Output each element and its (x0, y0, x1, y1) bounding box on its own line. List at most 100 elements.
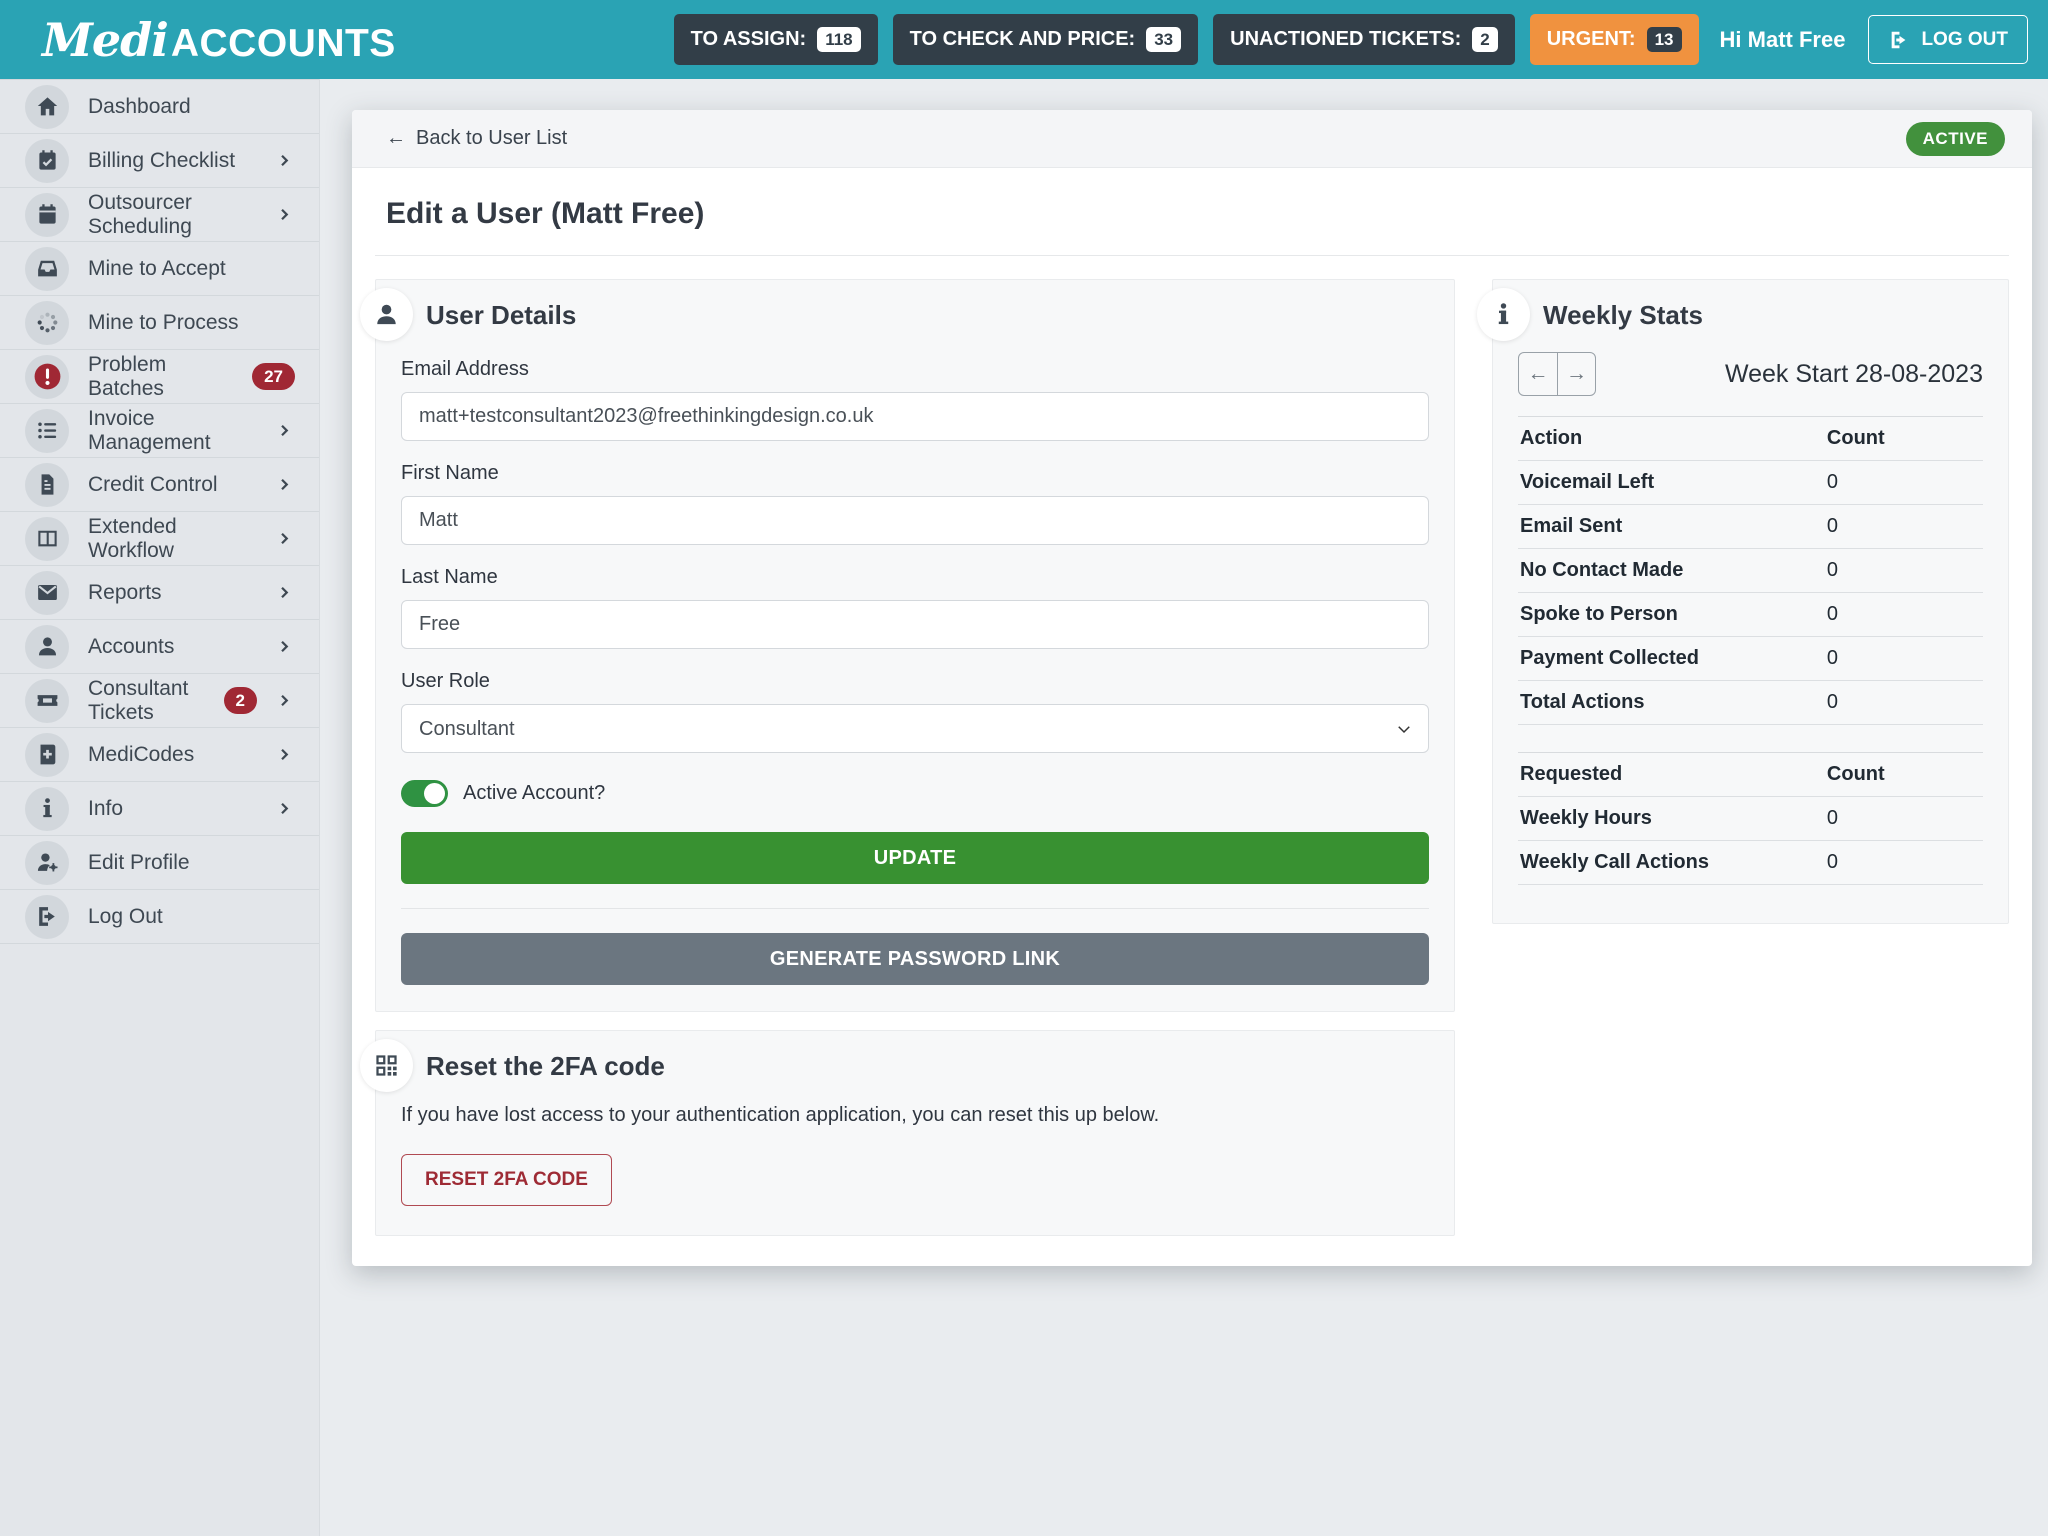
counter-to-assign[interactable]: TO ASSIGN: 118 (673, 14, 878, 65)
title-divider (375, 255, 2009, 256)
sidebar-item-accounts[interactable]: Accounts (0, 620, 319, 674)
sidebar-item-info[interactable]: Info (0, 782, 319, 836)
main-area: ← Back to User List ACTIVE Edit a User (… (320, 79, 2048, 1536)
chevron-right-icon (276, 799, 295, 818)
stats-row-count: 0 (1824, 460, 1983, 505)
sidebar-item-label: Billing Checklist (88, 148, 236, 172)
sidebar-item-dashboard[interactable]: Dashboard (0, 80, 319, 134)
reset-2fa-title: Reset the 2FA code (426, 1050, 665, 1081)
sidebar-item-label: Mine to Accept (88, 256, 226, 280)
sidebar-item-credit-control[interactable]: Credit Control (0, 458, 319, 512)
actions-table: Action Count Voicemail Left 0 Email Sent 0 N… (1518, 416, 1983, 725)
sidebar-item-label: Consultant Tickets (88, 676, 189, 724)
sidebar-item-extended-workflow[interactable]: Extended Workflow (0, 512, 319, 566)
counter-to-check-and-price[interactable]: TO CHECK AND PRICE: 33 (892, 14, 1199, 65)
weekly-stats-header: Weekly Stats (1518, 293, 1983, 337)
generate-password-link-button[interactable]: GENERATE PASSWORD LINK (401, 933, 1429, 985)
sidebar-item-label: Log Out (88, 904, 163, 928)
counter-label: URGENT: (1546, 28, 1636, 50)
active-account-toggle[interactable] (401, 780, 448, 807)
sidebar-item-mine-to-accept[interactable]: Mine to Accept (0, 242, 319, 296)
back-link-label: Back to User List (416, 127, 568, 149)
file-icon (25, 462, 69, 507)
requested-table-header-count: Count (1824, 752, 1983, 797)
counter-count-badge: 118 (817, 27, 861, 52)
logout-button[interactable]: LOG OUT (1868, 15, 2028, 64)
sidebar-item-reports[interactable]: Reports (0, 566, 319, 620)
reset-2fa-panel: Reset the 2FA code If you have lost acce… (360, 1030, 1455, 1236)
sidebar-item-invoice-management[interactable]: Invoice Management (0, 404, 319, 458)
next-week-button[interactable]: → (1557, 353, 1595, 395)
previous-week-button[interactable]: ← (1519, 353, 1557, 395)
stats-row-no-contact-made: No Contact Made 0 (1518, 548, 1983, 593)
stats-row-count: 0 (1824, 680, 1983, 725)
user-role-field-group: User Role Consultant (401, 670, 1429, 753)
user-details-title: User Details (426, 299, 577, 330)
sidebar-item-mine-to-process[interactable]: Mine to Process (0, 296, 319, 350)
user-details-header: User Details (401, 293, 1429, 337)
sidebar-item-label: Dashboard (88, 94, 191, 118)
page-title: Edit a User (Matt Free) (386, 197, 705, 230)
stats-row-label: Weekly Hours (1518, 796, 1825, 841)
stats-row-label: Weekly Call Actions (1518, 840, 1825, 885)
stats-row-label: Spoke to Person (1518, 592, 1825, 637)
stats-row-payment-collected: Payment Collected 0 (1518, 636, 1983, 681)
counter-urgent[interactable]: URGENT: 13 (1529, 14, 1699, 65)
chevron-right-icon (276, 745, 295, 764)
weekly-stats-panel: Weekly Stats ← → Week Start 28-08-2023 A… (1477, 279, 2009, 924)
user-role-label: User Role (401, 670, 490, 692)
sidebar-item-problem-batches[interactable]: Problem Batches 27 (0, 350, 319, 404)
info-icon (1477, 288, 1530, 341)
email-input[interactable] (401, 392, 1429, 441)
button-divider (401, 908, 1429, 909)
logo-medi-text: Medi (42, 12, 169, 67)
home-icon (25, 84, 69, 129)
user-details-panel: User Details Email Address First Name La… (360, 279, 1455, 1012)
header-counters: TO ASSIGN: 118 TO CHECK AND PRICE: 33 UNACTI… (673, 14, 1699, 65)
app-logo[interactable]: Medi ACCOUNTS (42, 13, 396, 67)
sidebar: Dashboard Billing Checklist Outsourcer Sch… (0, 79, 320, 1536)
user-gear-icon (25, 840, 69, 885)
sidebar-item-outsourcer-scheduling[interactable]: Outsourcer Scheduling (0, 188, 319, 242)
counter-label: TO CHECK AND PRICE: (909, 28, 1136, 50)
user-role-select[interactable]: Consultant (401, 704, 1429, 753)
sidebar-item-label: Outsourcer Scheduling (88, 190, 192, 238)
first-name-field-group: First Name (401, 462, 1429, 545)
sidebar-item-edit-profile[interactable]: Edit Profile (0, 836, 319, 890)
sidebar-item-consultant-tickets[interactable]: Consultant Tickets 2 (0, 674, 319, 728)
sidebar-item-medicodes[interactable]: MediCodes (0, 728, 319, 782)
chevron-right-icon (276, 205, 295, 224)
actions-table-header-action: Action (1518, 416, 1825, 461)
requested-table-header-requested: Requested (1518, 752, 1825, 797)
sidebar-item-billing-checklist[interactable]: Billing Checklist (0, 134, 319, 188)
counter-unactioned-tickets[interactable]: UNACTIONED TICKETS: 2 (1213, 14, 1515, 65)
update-button[interactable]: UPDATE (401, 832, 1429, 884)
last-name-input[interactable] (401, 600, 1429, 649)
back-to-user-list-link[interactable]: ← Back to User List (386, 127, 567, 150)
reset-2fa-button[interactable]: RESET 2FA CODE (401, 1154, 612, 1206)
counter-label: UNACTIONED TICKETS: (1230, 28, 1462, 50)
stats-row-count: 0 (1824, 840, 1983, 885)
chevron-right-icon (276, 691, 295, 710)
active-account-label: Active Account? (463, 782, 606, 804)
sidebar-item-label: Reports (88, 580, 162, 604)
inbox-icon (25, 246, 69, 291)
sidebar-item-label: Info (88, 796, 124, 820)
back-arrow-icon: ← (386, 127, 406, 149)
last-name-field-group: Last Name (401, 566, 1429, 649)
requested-table: Requested Count Weekly Hours 0 Weekly Call… (1518, 752, 1983, 885)
info-icon (25, 786, 69, 831)
sidebar-item-log-out[interactable]: Log Out (0, 890, 319, 944)
actions-table-header-count: Count (1824, 416, 1983, 461)
book-medical-icon (25, 732, 69, 777)
chevron-right-icon (276, 583, 295, 602)
sidebar-item-label: Mine to Process (88, 310, 239, 334)
first-name-input[interactable] (401, 496, 1429, 545)
active-account-row: Active Account? (401, 780, 1429, 807)
counter-count-badge: 2 (1472, 27, 1498, 52)
logout-label: LOG OUT (1921, 28, 2008, 50)
sidebar-item-label: Edit Profile (88, 850, 190, 874)
week-navigation: ← → Week Start 28-08-2023 (1518, 352, 1983, 396)
status-badge: ACTIVE (1905, 121, 2005, 156)
calendar-check-icon (25, 138, 69, 183)
